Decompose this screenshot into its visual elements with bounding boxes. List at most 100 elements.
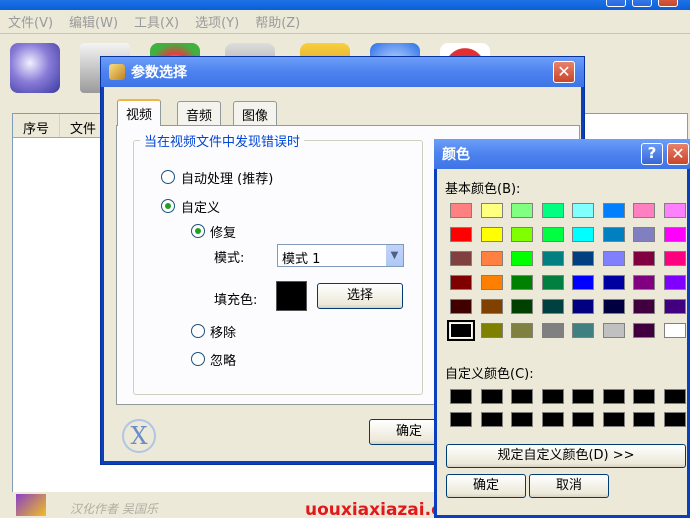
maximize-button[interactable] bbox=[632, 0, 652, 7]
basic-color-swatch[interactable] bbox=[541, 251, 564, 266]
custom-color-swatch[interactable] bbox=[633, 412, 655, 427]
column-file[interactable]: 文件 bbox=[60, 114, 108, 137]
custom-color-swatch[interactable] bbox=[480, 389, 503, 404]
basic-color-swatch[interactable] bbox=[663, 323, 686, 338]
basic-color-swatch[interactable] bbox=[541, 275, 564, 290]
parameter-dialog-close-button[interactable]: ✕ bbox=[553, 61, 575, 83]
basic-color-swatch[interactable] bbox=[511, 323, 533, 338]
basic-color-swatch[interactable] bbox=[633, 227, 655, 242]
basic-color-swatch[interactable] bbox=[572, 275, 594, 290]
basic-color-swatch[interactable] bbox=[541, 323, 564, 338]
remove-radio[interactable] bbox=[191, 324, 205, 338]
basic-color-swatch[interactable] bbox=[480, 275, 503, 290]
custom-color-swatch[interactable] bbox=[450, 412, 472, 427]
basic-color-swatch[interactable] bbox=[480, 323, 503, 338]
menu-options[interactable]: 选项(Y) bbox=[187, 12, 247, 31]
define-custom-colors-button[interactable]: 规定自定义颜色(D) >> bbox=[446, 444, 686, 468]
minimize-button[interactable] bbox=[606, 0, 626, 7]
custom-color-swatch[interactable] bbox=[541, 412, 564, 427]
basic-color-swatch[interactable] bbox=[511, 299, 533, 314]
repair-label[interactable]: 修复 bbox=[210, 222, 236, 241]
basic-color-swatch[interactable] bbox=[663, 299, 686, 314]
menu-tools[interactable]: 工具(X) bbox=[126, 12, 187, 31]
mode-value: 模式 1 bbox=[282, 252, 321, 267]
basic-color-swatch[interactable] bbox=[480, 203, 503, 218]
basic-color-swatch[interactable] bbox=[511, 203, 533, 218]
basic-color-swatch[interactable] bbox=[447, 320, 475, 341]
x-logo-icon: X bbox=[122, 419, 156, 453]
auto-label[interactable]: 自动处理 (推荐) bbox=[181, 168, 273, 187]
basic-color-swatch[interactable] bbox=[450, 251, 472, 266]
basic-color-swatch[interactable] bbox=[602, 299, 625, 314]
basic-color-swatch[interactable] bbox=[511, 251, 533, 266]
fill-color-swatch bbox=[276, 281, 307, 311]
basic-color-swatch[interactable] bbox=[663, 227, 686, 242]
tab-image[interactable]: 图像 bbox=[233, 101, 278, 125]
basic-color-swatch[interactable] bbox=[511, 275, 533, 290]
custom-color-swatch[interactable] bbox=[541, 389, 564, 404]
basic-color-swatch[interactable] bbox=[633, 323, 655, 338]
custom-radio[interactable] bbox=[161, 199, 175, 213]
custom-color-swatch[interactable] bbox=[602, 389, 625, 404]
color-cancel-button[interactable]: 取消 bbox=[529, 474, 609, 498]
open-file-icon[interactable] bbox=[10, 43, 60, 93]
color-dialog-close-button[interactable]: ✕ bbox=[667, 143, 689, 165]
tab-video[interactable]: 视频 bbox=[117, 99, 162, 126]
basic-color-swatch[interactable] bbox=[633, 251, 655, 266]
basic-color-swatch[interactable] bbox=[602, 251, 625, 266]
ignore-radio[interactable] bbox=[191, 352, 205, 366]
custom-color-swatch[interactable] bbox=[572, 412, 594, 427]
basic-color-swatch[interactable] bbox=[450, 275, 472, 290]
basic-color-swatch[interactable] bbox=[450, 203, 472, 218]
menu-help[interactable]: 帮助(Z) bbox=[247, 12, 308, 31]
color-ok-button[interactable]: 确定 bbox=[446, 474, 526, 498]
basic-color-swatch[interactable] bbox=[572, 227, 594, 242]
basic-color-swatch[interactable] bbox=[572, 251, 594, 266]
basic-color-swatch[interactable] bbox=[602, 203, 625, 218]
basic-color-swatch[interactable] bbox=[572, 299, 594, 314]
custom-color-swatch[interactable] bbox=[511, 389, 533, 404]
basic-color-swatch[interactable] bbox=[602, 275, 625, 290]
chevron-down-icon[interactable]: ▼ bbox=[385, 245, 403, 266]
basic-color-swatch[interactable] bbox=[663, 251, 686, 266]
basic-color-swatch[interactable] bbox=[663, 203, 686, 218]
basic-color-swatch[interactable] bbox=[541, 299, 564, 314]
basic-color-swatch[interactable] bbox=[663, 275, 686, 290]
basic-color-swatch[interactable] bbox=[541, 227, 564, 242]
ignore-label[interactable]: 忽略 bbox=[210, 350, 236, 369]
mode-select[interactable]: 模式 1 ▼ bbox=[277, 244, 404, 267]
auto-radio[interactable] bbox=[161, 170, 175, 184]
help-button[interactable]: ? bbox=[641, 143, 663, 165]
custom-color-swatch[interactable] bbox=[633, 389, 655, 404]
tab-audio[interactable]: 音频 bbox=[177, 101, 222, 125]
basic-color-swatch[interactable] bbox=[450, 299, 472, 314]
column-index[interactable]: 序号 bbox=[13, 114, 61, 137]
custom-color-swatch[interactable] bbox=[663, 412, 686, 427]
basic-color-swatch[interactable] bbox=[633, 275, 655, 290]
basic-color-swatch[interactable] bbox=[602, 323, 625, 338]
select-color-button[interactable]: 选择 bbox=[317, 283, 403, 309]
custom-color-swatch[interactable] bbox=[511, 412, 533, 427]
basic-color-swatch[interactable] bbox=[480, 299, 503, 314]
remove-label[interactable]: 移除 bbox=[210, 322, 236, 341]
menu-edit[interactable]: 编辑(W) bbox=[61, 12, 126, 31]
main-close-button[interactable] bbox=[658, 0, 678, 7]
custom-color-swatch[interactable] bbox=[572, 389, 594, 404]
basic-color-swatch[interactable] bbox=[480, 227, 503, 242]
basic-color-swatch[interactable] bbox=[450, 227, 472, 242]
basic-color-swatch[interactable] bbox=[572, 323, 594, 338]
menu-file[interactable]: 文件(V) bbox=[0, 12, 61, 31]
basic-color-swatch[interactable] bbox=[541, 203, 564, 218]
custom-color-swatch[interactable] bbox=[480, 412, 503, 427]
custom-color-swatch[interactable] bbox=[663, 389, 686, 404]
basic-color-swatch[interactable] bbox=[633, 203, 655, 218]
basic-color-swatch[interactable] bbox=[633, 299, 655, 314]
repair-radio[interactable] bbox=[191, 224, 205, 238]
custom-color-swatch[interactable] bbox=[602, 412, 625, 427]
custom-color-swatch[interactable] bbox=[450, 389, 472, 404]
basic-color-swatch[interactable] bbox=[480, 251, 503, 266]
custom-label[interactable]: 自定义 bbox=[181, 197, 220, 216]
basic-color-swatch[interactable] bbox=[511, 227, 533, 242]
basic-color-swatch[interactable] bbox=[572, 203, 594, 218]
basic-color-swatch[interactable] bbox=[602, 227, 625, 242]
